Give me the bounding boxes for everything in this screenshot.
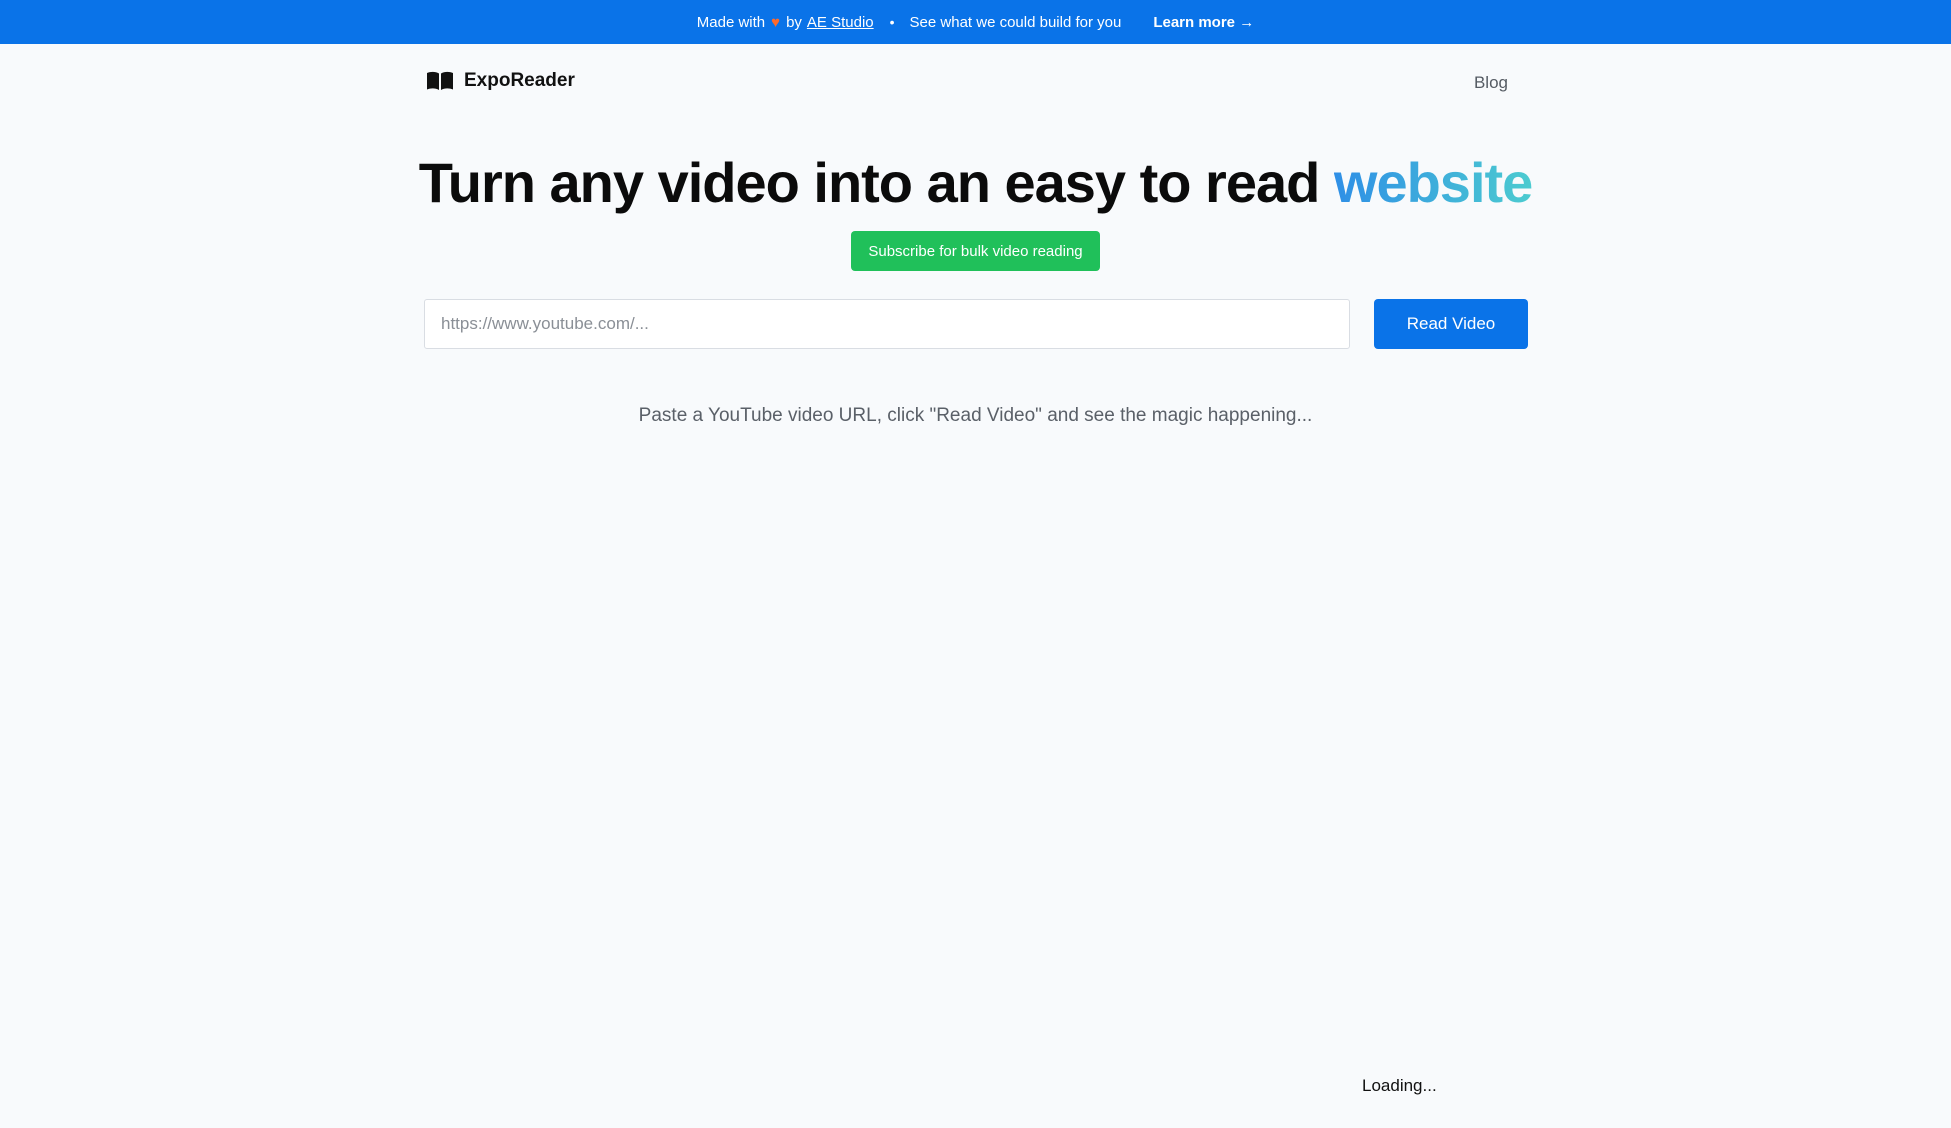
video-url-input[interactable] bbox=[424, 299, 1350, 349]
navbar: ExpoReader Blog bbox=[424, 68, 1528, 100]
helper-text: Paste a YouTube video URL, click "Read V… bbox=[638, 405, 1313, 426]
heart-icon: ♥ bbox=[771, 13, 781, 31]
by-text: by bbox=[786, 13, 802, 31]
open-book-icon bbox=[427, 71, 453, 90]
banner-separator: • bbox=[889, 14, 895, 30]
brand-name: ExpoReader bbox=[464, 70, 575, 91]
banner-tagline: See what we could build for you bbox=[909, 13, 1122, 31]
ae-studio-link[interactable]: AE Studio bbox=[807, 14, 874, 31]
subscribe-button[interactable]: Subscribe for bulk video reading bbox=[851, 231, 1100, 271]
made-with-text: Made with bbox=[696, 13, 766, 31]
page-headline: Turn any video into an easy to read webs… bbox=[0, 150, 1951, 215]
loading-indicator: Loading... bbox=[1362, 1076, 1437, 1095]
blog-link[interactable]: Blog bbox=[1474, 73, 1508, 93]
promo-banner: Made with ♥ by AE Studio • See what we c… bbox=[0, 0, 1951, 44]
read-video-button[interactable]: Read Video bbox=[1374, 299, 1528, 349]
made-with-group: Made with ♥ by AE Studio bbox=[697, 14, 874, 31]
headline-accent-word: website bbox=[1333, 151, 1533, 214]
learn-more-link[interactable]: Learn more → bbox=[1153, 14, 1254, 31]
brand-logo-link[interactable]: ExpoReader bbox=[426, 70, 575, 92]
headline-text: Turn any video into an easy to read bbox=[418, 151, 1334, 214]
